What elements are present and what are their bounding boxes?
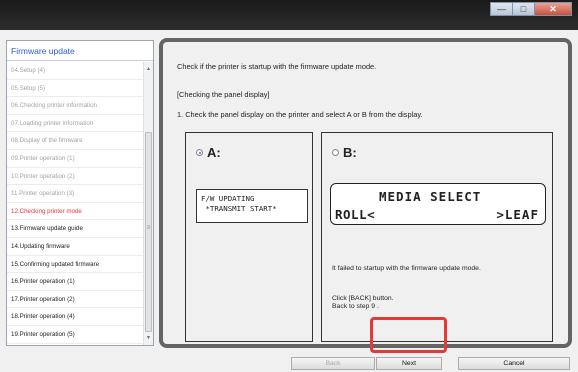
lcd-display-b: MEDIA SELECT ROLL< >LEAF <box>330 183 546 225</box>
main-panel: Check if the printer is startup with the… <box>159 38 572 348</box>
step-item[interactable]: 19.Printer operation (5) <box>7 326 143 344</box>
step-item[interactable]: 05.Setup (5) <box>7 80 143 98</box>
step-item[interactable]: 08.Display of the firmware <box>7 132 143 150</box>
failure-message: It failed to startup with the firmware u… <box>332 265 481 272</box>
option-b-radio[interactable]: B: <box>332 145 357 160</box>
instruction-text: 1. Check the panel display on the printe… <box>177 110 423 119</box>
back-to-step-text: Back to step 9 . <box>332 303 379 310</box>
lcd-line-1: MEDIA SELECT <box>379 189 482 204</box>
step-item-active[interactable]: 12.Checking printer mode <box>7 203 143 221</box>
window-controls: — □ ✕ <box>490 2 572 16</box>
section-heading: [Checking the panel display] <box>177 90 270 99</box>
cancel-button[interactable]: Cancel <box>458 357 570 370</box>
lcd-left-text: ROLL< <box>335 207 376 222</box>
next-button[interactable]: Next <box>376 357 442 370</box>
back-instruction: Click [BACK] button. Back to step 9 . <box>332 295 394 311</box>
sidebar-title[interactable]: Firmware update <box>7 41 153 61</box>
window-titlebar: — □ ✕ <box>0 0 578 30</box>
step-item[interactable]: 09.Printer operation (1) <box>7 150 143 168</box>
steps-sidebar: Firmware update 04.Setup (4) 05.Setup (5… <box>6 40 154 346</box>
step-item[interactable]: 15.Confirming updated firmware <box>7 256 143 274</box>
button-bar: Back Next Cancel <box>0 353 578 372</box>
click-back-text: Click [BACK] button. <box>332 295 394 302</box>
step-item[interactable]: 16.Printer operation (1) <box>7 273 143 291</box>
step-item[interactable]: 06.Checking printer information <box>7 97 143 115</box>
scroll-down-icon[interactable]: ▼ <box>144 333 153 343</box>
lcd-display-a: F/W UPDATING *TRANSMIT START* <box>196 189 308 223</box>
lcd-right-text: >LEAF <box>496 207 539 222</box>
option-a-label: A: <box>207 145 221 160</box>
step-item[interactable]: 18.Printer operation (4) <box>7 308 143 326</box>
lcd-line-2: *TRANSMIT START* <box>201 204 277 213</box>
wizard-content: Firmware update 04.Setup (4) 05.Setup (5… <box>0 30 578 372</box>
step-item[interactable]: 13.Firmware update guide <box>7 220 143 238</box>
option-a-box[interactable]: A: F/W UPDATING *TRANSMIT START* <box>185 132 313 342</box>
scroll-up-icon[interactable]: ▲ <box>144 64 153 74</box>
sidebar-scrollbar[interactable]: ▲ ≡ ▼ <box>143 62 153 345</box>
intro-text: Check if the printer is startup with the… <box>177 62 377 71</box>
back-button[interactable]: Back <box>291 357 375 370</box>
option-a-radio[interactable]: A: <box>196 145 221 160</box>
step-item[interactable]: 10.Printer operation (2) <box>7 168 143 186</box>
minimize-button[interactable]: — <box>490 2 512 16</box>
step-item[interactable]: 14.Updating firmware <box>7 238 143 256</box>
step-item[interactable]: 11.Printer operation (3) <box>7 185 143 203</box>
option-b-box[interactable]: B: MEDIA SELECT ROLL< >LEAF It failed to… <box>321 132 553 342</box>
close-button[interactable]: ✕ <box>534 2 572 16</box>
step-item[interactable]: 07.Loading printer information <box>7 115 143 133</box>
next-highlight-annotation <box>370 317 447 353</box>
step-item[interactable]: 04.Setup (4) <box>7 62 143 80</box>
maximize-button[interactable]: □ <box>512 2 534 16</box>
option-b-label: B: <box>343 145 357 160</box>
lcd-line-1: F/W UPDATING <box>201 194 255 203</box>
radio-unchecked-icon[interactable] <box>332 149 339 156</box>
radio-checked-icon[interactable] <box>196 149 203 156</box>
scroll-thumb[interactable]: ≡ <box>145 132 152 332</box>
steps-list: 04.Setup (4) 05.Setup (5) 06.Checking pr… <box>7 62 143 345</box>
step-item[interactable]: 17.Printer operation (2) <box>7 291 143 309</box>
grip-icon: ≡ <box>146 225 151 231</box>
